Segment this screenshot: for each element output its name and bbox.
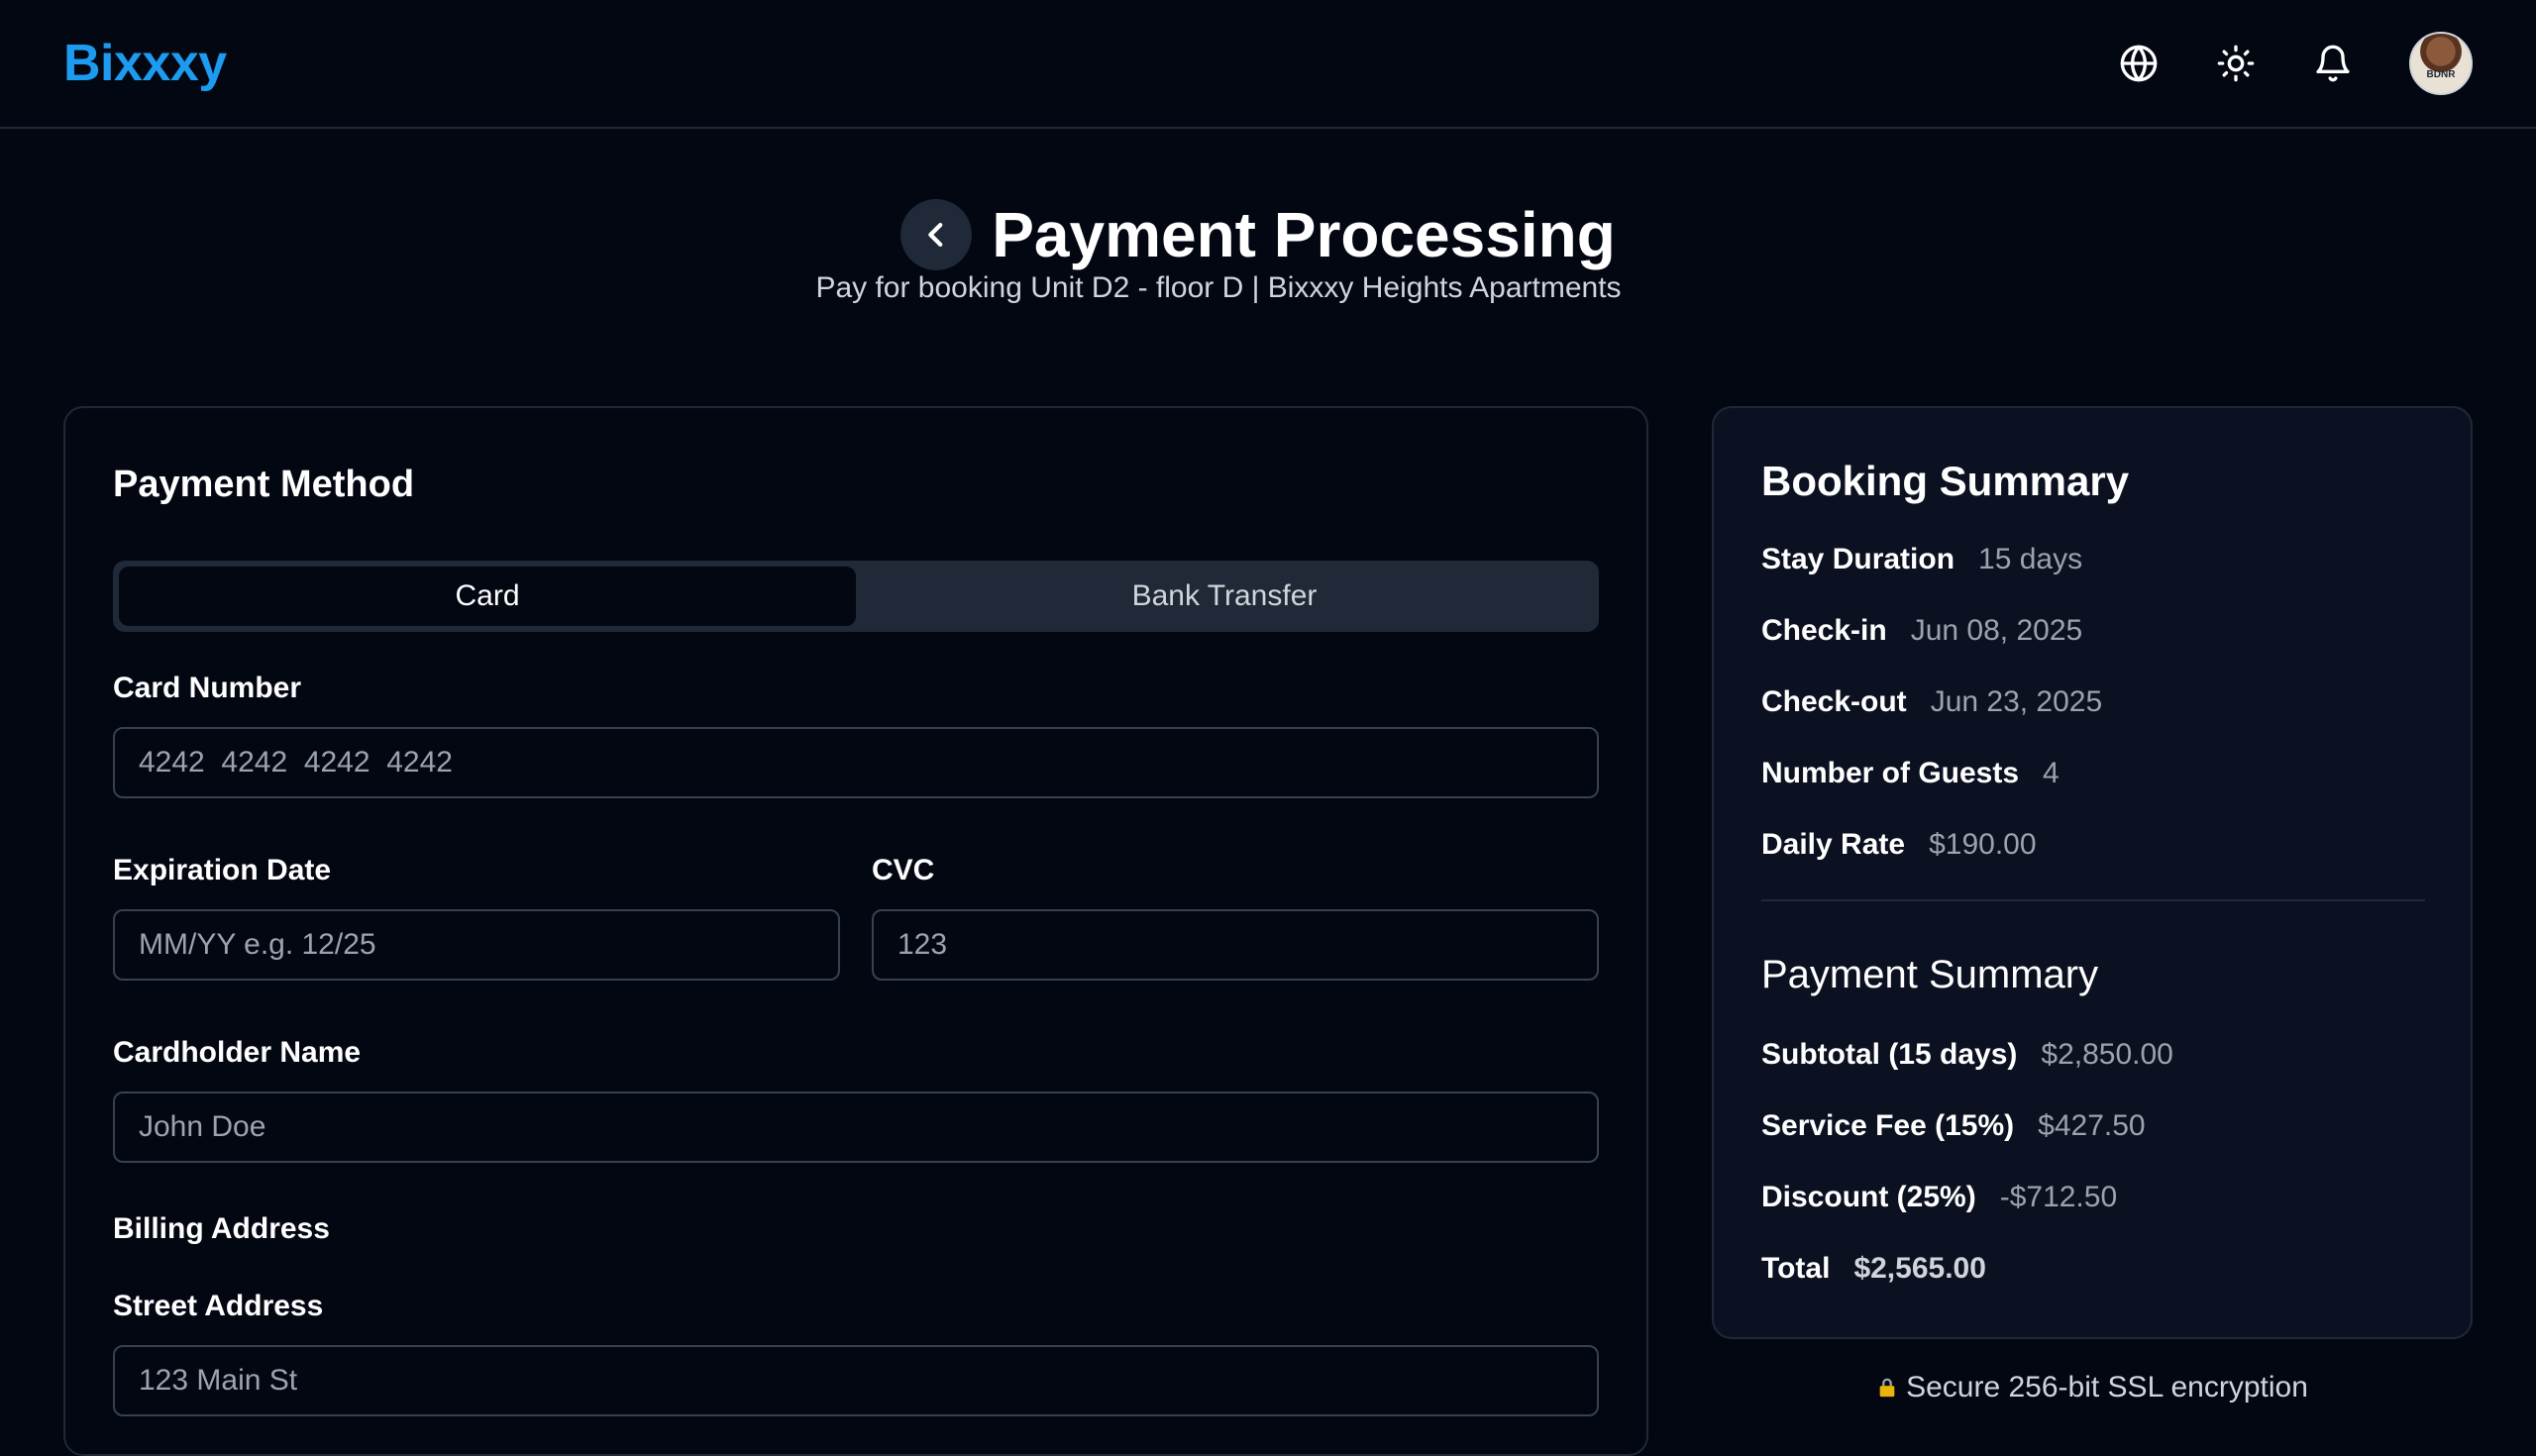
summary-value: $2,850.00 bbox=[2041, 1038, 2173, 1071]
bell-icon[interactable] bbox=[2312, 43, 2354, 84]
cardholder-name-field[interactable] bbox=[113, 1092, 1599, 1163]
summary-value: 15 days bbox=[1978, 543, 2083, 575]
cvc-label: CVC bbox=[872, 854, 935, 886]
summary-value: Jun 08, 2025 bbox=[1910, 614, 2083, 647]
title-row: Payment Processing bbox=[0, 198, 2526, 271]
expiration-date-field[interactable] bbox=[113, 909, 840, 981]
secure-note: Secure 256-bit SSL encryption bbox=[1712, 1371, 2473, 1404]
summary-label: Subtotal (15 days) bbox=[1761, 1038, 2018, 1071]
brand-logo[interactable]: Bixxxy bbox=[63, 34, 227, 93]
payment-method-title: Payment Method bbox=[113, 464, 415, 505]
payment-method-tabs: Card Bank Transfer bbox=[113, 561, 1599, 632]
summary-row-guests: Number of Guests 4 bbox=[1761, 757, 2060, 790]
summary-total-value: $2,565.00 bbox=[1853, 1252, 1986, 1285]
summary-row-subtotal: Subtotal (15 days) $2,850.00 bbox=[1761, 1038, 2173, 1072]
card-number-input[interactable] bbox=[139, 746, 1573, 780]
cardholder-name-label: Cardholder Name bbox=[113, 1036, 362, 1069]
summary-label: Service Fee (15%) bbox=[1761, 1109, 2015, 1142]
summary-row-check-in: Check-in Jun 08, 2025 bbox=[1761, 614, 2082, 648]
lock-icon bbox=[1879, 1378, 1895, 1398]
secure-note-text: Secure 256-bit SSL encryption bbox=[1906, 1371, 2308, 1404]
summary-label: Total bbox=[1761, 1252, 1831, 1285]
cvc-input[interactable] bbox=[898, 928, 1573, 962]
booking-summary-card: Booking Summary Stay Duration 15 days Ch… bbox=[1712, 406, 2473, 1339]
tab-bank-transfer[interactable]: Bank Transfer bbox=[856, 567, 1593, 626]
summary-row-daily-rate: Daily Rate $190.00 bbox=[1761, 828, 2037, 862]
payment-method-card: Payment Method Card Bank Transfer Card N… bbox=[63, 406, 1648, 1456]
user-avatar[interactable]: BDNR bbox=[2409, 32, 2473, 95]
summary-label: Number of Guests bbox=[1761, 757, 2020, 789]
back-button[interactable] bbox=[900, 199, 973, 270]
summary-label: Check-out bbox=[1761, 685, 1907, 718]
tab-card[interactable]: Card bbox=[119, 567, 856, 626]
booking-summary-title: Booking Summary bbox=[1761, 458, 2130, 504]
page-title: Payment Processing bbox=[992, 199, 1616, 270]
card-number-field[interactable] bbox=[113, 727, 1599, 798]
summary-row-total: Total $2,565.00 bbox=[1761, 1252, 1986, 1286]
summary-divider bbox=[1761, 899, 2425, 901]
summary-value: -$712.50 bbox=[1999, 1181, 2118, 1213]
summary-value: $190.00 bbox=[1929, 828, 2037, 861]
cardholder-name-input[interactable] bbox=[139, 1110, 1573, 1144]
summary-value: 4 bbox=[2043, 757, 2060, 789]
summary-value: $427.50 bbox=[2038, 1109, 2146, 1142]
street-address-input[interactable] bbox=[139, 1364, 1573, 1398]
expiration-date-label: Expiration Date bbox=[113, 854, 332, 886]
top-header: Bixxxy BDNR bbox=[0, 0, 2536, 129]
summary-label: Check-in bbox=[1761, 614, 1887, 647]
summary-row-discount: Discount (25%) -$712.50 bbox=[1761, 1181, 2117, 1214]
cvc-field[interactable] bbox=[872, 909, 1599, 981]
globe-icon[interactable] bbox=[2118, 43, 2160, 84]
chevron-left-icon bbox=[928, 222, 943, 248]
expiration-date-input[interactable] bbox=[139, 928, 814, 962]
payment-summary-title: Payment Summary bbox=[1761, 953, 2099, 996]
street-address-label: Street Address bbox=[113, 1290, 324, 1322]
avatar-shirt-text: BDNR bbox=[2426, 69, 2456, 80]
summary-label: Stay Duration bbox=[1761, 543, 1955, 575]
summary-row-check-out: Check-out Jun 23, 2025 bbox=[1761, 685, 2102, 719]
summary-label: Discount (25%) bbox=[1761, 1181, 1976, 1213]
billing-address-heading: Billing Address bbox=[113, 1212, 330, 1245]
sun-icon[interactable] bbox=[2215, 43, 2257, 84]
summary-value: Jun 23, 2025 bbox=[1930, 685, 2103, 718]
page-subtitle: Pay for booking Unit D2 - floor D | Bixx… bbox=[815, 271, 1622, 304]
summary-row-stay-duration: Stay Duration 15 days bbox=[1761, 543, 2082, 576]
summary-label: Daily Rate bbox=[1761, 828, 1906, 861]
summary-row-service-fee: Service Fee (15%) $427.50 bbox=[1761, 1109, 2146, 1143]
header-actions: BDNR bbox=[2118, 32, 2473, 95]
card-number-label: Card Number bbox=[113, 672, 302, 704]
street-address-field[interactable] bbox=[113, 1345, 1599, 1416]
